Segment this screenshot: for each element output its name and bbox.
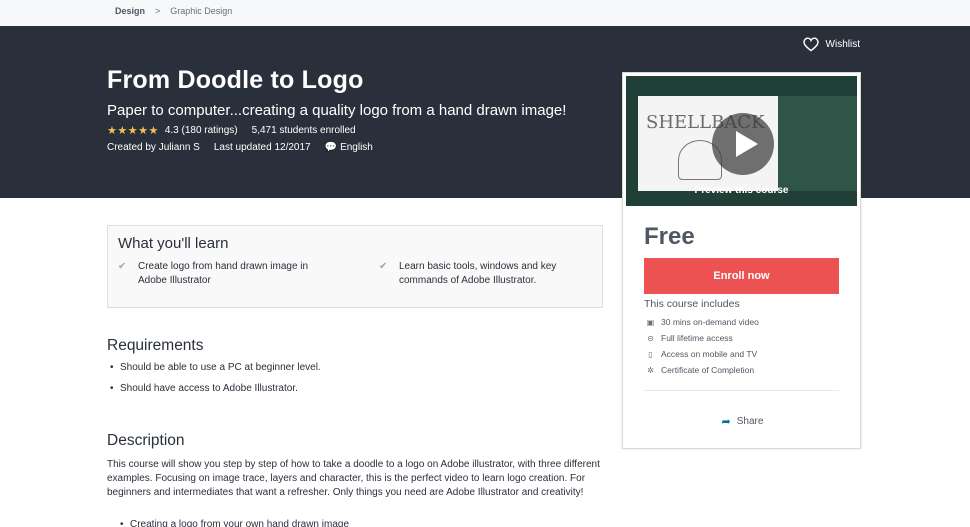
list-item: ✲ Certificate of Completion (646, 362, 759, 378)
requirements-list: Should be able to use a PC at beginner l… (110, 362, 321, 404)
list-item: Should be able to use a PC at beginner l… (110, 362, 321, 383)
include-text: Full lifetime access (661, 333, 733, 343)
course-price: Free (644, 223, 695, 250)
list-item: Should have access to Adobe Illustrator. (110, 383, 321, 404)
mobile-icon: ▯ (648, 349, 653, 359)
description-bullet: Creating a logo from your own hand drawn… (120, 519, 349, 527)
rating-text[interactable]: 4.3 (180 ratings) (165, 125, 238, 136)
share-icon: ➦ (721, 416, 731, 428)
share-button[interactable]: ➦ Share (623, 415, 862, 428)
video-icon: ▣ (646, 317, 655, 327)
includes-title: This course includes (644, 298, 740, 310)
created-by[interactable]: Created by Juliann S (107, 142, 200, 153)
include-text: Certificate of Completion (661, 365, 755, 375)
list-item: ⊝ Full lifetime access (646, 330, 759, 346)
heart-icon (802, 37, 819, 52)
learn-item: ✔ Create logo from hand drawn image in A… (118, 260, 318, 288)
breadcrumb: Design > Graphic Design (115, 6, 232, 16)
purchase-sidebar: SHELLBACK Preview this course Free Enrol… (622, 72, 861, 449)
description-text: This course will show you step by step o… (107, 459, 600, 498)
list-item: ▣ 30 mins on-demand video (646, 314, 759, 330)
wishlist-button[interactable]: Wishlist (802, 36, 860, 52)
learn-item-text: Learn basic tools, windows and key comma… (399, 261, 557, 286)
play-icon[interactable] (712, 113, 774, 175)
course-title: From Doodle to Logo (107, 66, 364, 94)
course-subtitle: Paper to computer...creating a quality l… (107, 102, 567, 119)
enrolled-count: 5,471 students enrolled (251, 125, 356, 136)
course-preview-video[interactable]: SHELLBACK Preview this course (626, 76, 857, 206)
what-you-learn-box: What you'll learn ✔ Create logo from han… (107, 225, 603, 308)
last-updated: Last updated 12/2017 (213, 142, 311, 153)
enroll-button[interactable]: Enroll now (644, 258, 839, 294)
preview-tool-panel (778, 96, 857, 191)
language-label: English (340, 142, 373, 153)
breadcrumb-separator: > (155, 6, 161, 16)
divider (644, 390, 839, 391)
rating-row: ★★★★★ 4.3 (180 ratings) 5,471 students e… (107, 124, 356, 137)
requirements-title: Requirements (107, 337, 204, 354)
includes-list: ▣ 30 mins on-demand video ⊝ Full lifetime … (646, 314, 759, 378)
learn-title: What you'll learn (118, 235, 229, 252)
include-text: 30 mins on-demand video (661, 317, 759, 327)
description-title: Description (107, 432, 185, 449)
breadcrumb-bar: Design > Graphic Design (0, 0, 970, 26)
language: 💬 English (325, 142, 373, 153)
course-meta: Created by Juliann S Last updated 12/201… (107, 142, 373, 153)
learn-item: ✔ Learn basic tools, windows and key com… (379, 260, 579, 288)
include-text: Access on mobile and TV (661, 349, 758, 359)
preview-caption: Preview this course (694, 185, 789, 196)
check-icon: ✔ (379, 261, 388, 272)
check-icon: ✔ (118, 261, 127, 272)
certificate-icon: ✲ (647, 365, 654, 375)
star-rating-icon: ★★★★★ (107, 125, 159, 137)
infinity-icon: ⊝ (647, 333, 654, 343)
speech-bubble-icon: 💬 (324, 142, 338, 153)
learn-item-text: Create logo from hand drawn image in Ado… (138, 261, 309, 286)
share-label: Share (736, 416, 764, 427)
breadcrumb-graphic-design[interactable]: Graphic Design (170, 6, 232, 16)
wishlist-label: Wishlist (825, 38, 860, 50)
breadcrumb-design[interactable]: Design (115, 6, 145, 16)
list-item: ▯ Access on mobile and TV (646, 346, 759, 362)
